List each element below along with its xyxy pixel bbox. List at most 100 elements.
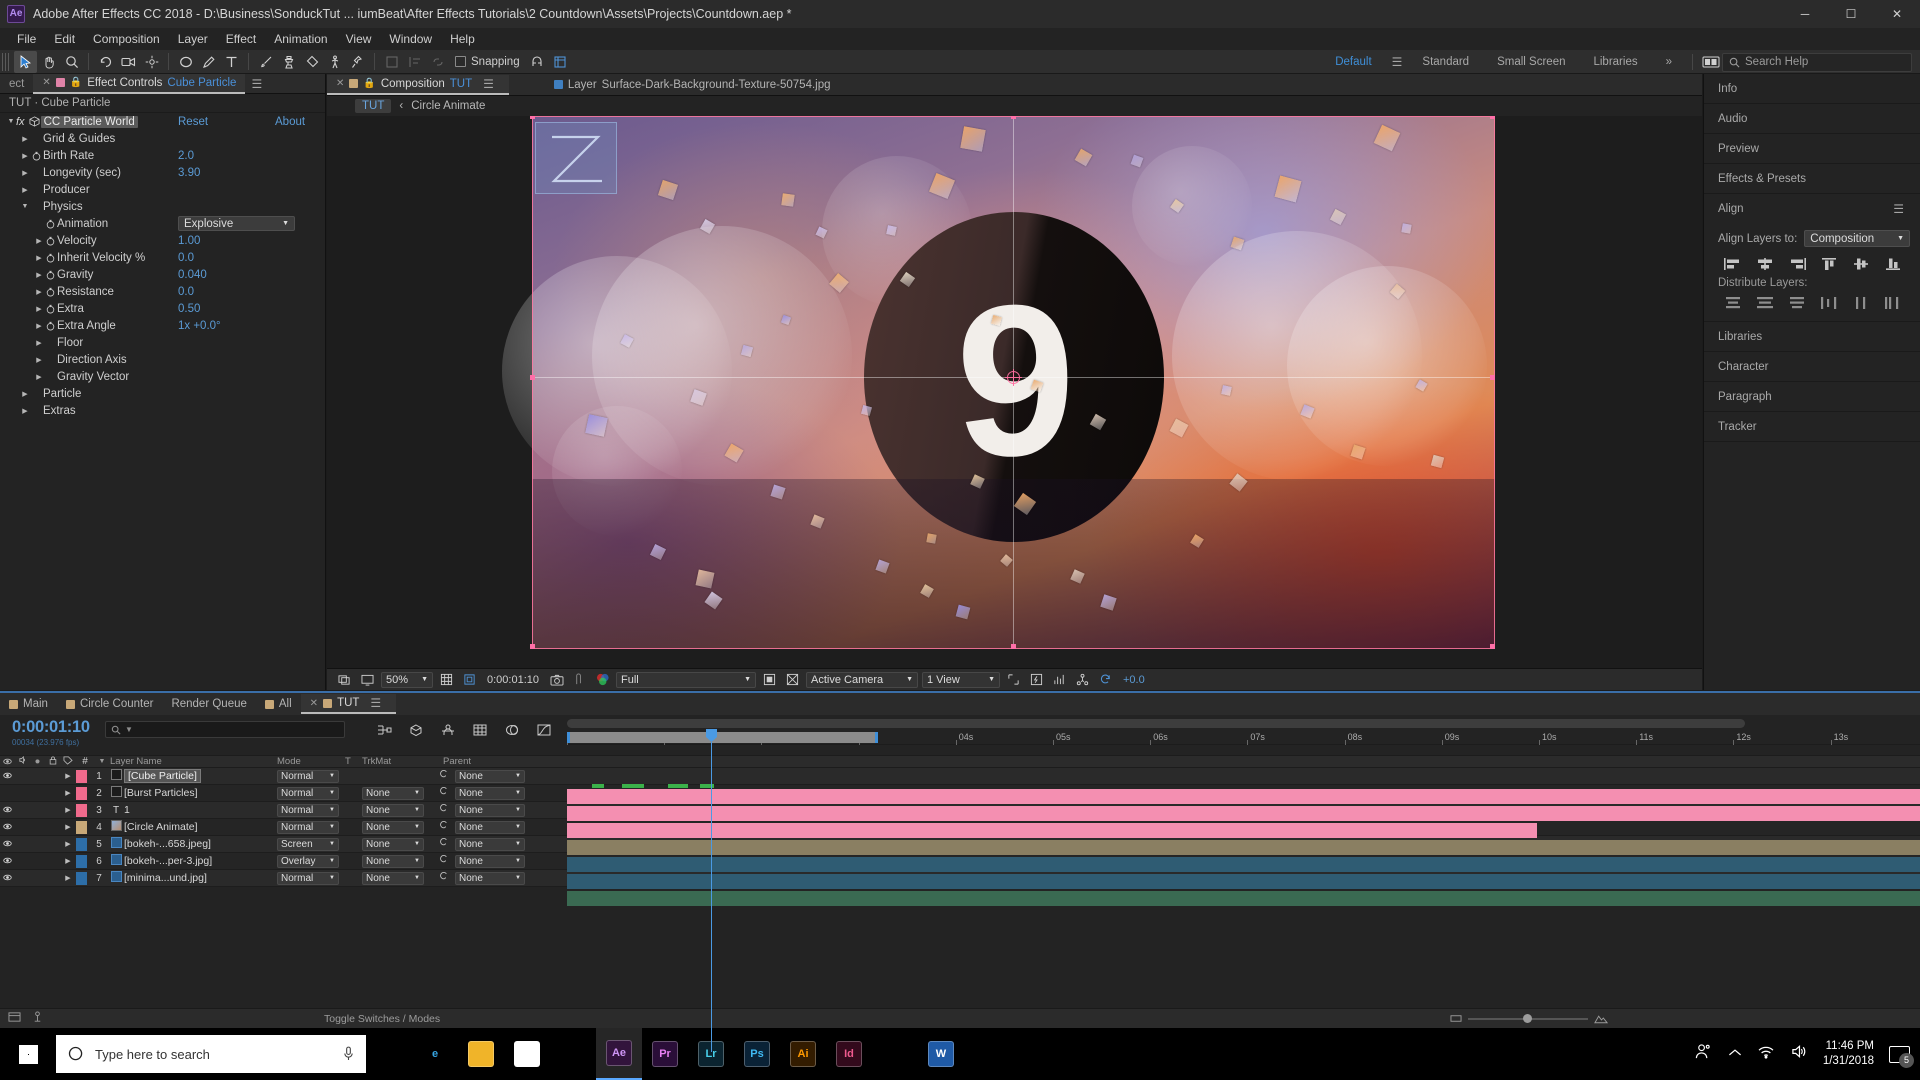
3d-renderer-icon[interactable]: [1073, 670, 1092, 689]
parent-pickwhip-icon[interactable]: [440, 804, 450, 817]
distribute-right-button[interactable]: [1878, 293, 1908, 313]
snapshot-camera-icon[interactable]: [547, 670, 566, 689]
effect-prop-row[interactable]: ▶Resistance0.0: [0, 283, 325, 300]
stopwatch-icon[interactable]: [44, 285, 57, 298]
panel-paragraph[interactable]: Paragraph: [1704, 382, 1920, 412]
toggle-switches-modes-button[interactable]: Toggle Switches / Modes: [324, 1013, 440, 1025]
menu-animation[interactable]: Animation: [265, 30, 336, 48]
timeline-tab-circle-counter[interactable]: Circle Counter: [57, 694, 163, 714]
timeline-tab-main[interactable]: Main: [0, 694, 57, 714]
current-timecode[interactable]: 0:00:01:10: [12, 718, 105, 737]
effect-prop-row[interactable]: ▶Particle: [0, 385, 325, 402]
align-center-horizontal-button[interactable]: [1750, 254, 1780, 274]
taskbar-clock[interactable]: 11:46 PM 1/31/2018: [1823, 1039, 1874, 1069]
twirl-icon[interactable]: ▶: [34, 322, 44, 330]
column-header-mode[interactable]: Mode: [277, 756, 339, 767]
taskbar-app-photoshop[interactable]: Ps: [734, 1028, 780, 1080]
align-top-button[interactable]: [1814, 254, 1844, 274]
distribute-vertical-center-button[interactable]: [1750, 293, 1780, 313]
timeline-horizontal-scrollbar[interactable]: [567, 719, 1745, 728]
layer-trkmat-dropdown[interactable]: None▼: [362, 787, 424, 800]
layer-expand-twirl[interactable]: ▶: [60, 857, 76, 865]
taskbar-app-mail[interactable]: [504, 1028, 550, 1080]
panel-preview[interactable]: Preview: [1704, 134, 1920, 164]
effect-prop-row[interactable]: ▼Physics: [0, 198, 325, 215]
composition-mini-flowchart-icon[interactable]: [375, 721, 393, 739]
resize-handle[interactable]: [530, 644, 535, 649]
stopwatch-icon[interactable]: [44, 234, 57, 247]
effect-prop-row[interactable]: AnimationExplosive▼: [0, 215, 325, 232]
panel-audio[interactable]: Audio: [1704, 104, 1920, 134]
panel-effects-presets[interactable]: Effects & Presets: [1704, 164, 1920, 194]
start-button[interactable]: [0, 1028, 56, 1080]
layer-parent-dropdown[interactable]: None▼: [455, 787, 525, 800]
workspace-standard[interactable]: Standard: [1408, 56, 1483, 68]
layer-expand-twirl[interactable]: ▶: [60, 840, 76, 848]
layer-parent-dropdown[interactable]: None▼: [455, 855, 525, 868]
effect-twirl-icon[interactable]: ▼: [6, 118, 16, 125]
resize-handle[interactable]: [530, 116, 535, 119]
effect-prop-value[interactable]: 1x +0.0°: [178, 320, 221, 332]
rotation-tool-icon[interactable]: [94, 51, 117, 73]
taskbar-search-box[interactable]: Type here to search: [56, 1035, 366, 1073]
exposure-reset-icon[interactable]: [1096, 670, 1115, 689]
layer-label-color[interactable]: [76, 838, 87, 851]
workspace-menu-icon[interactable]: ☰: [1386, 55, 1409, 69]
composition-panel-menu-icon[interactable]: ☰: [477, 77, 500, 91]
comp-flowchart-icon[interactable]: [31, 1010, 44, 1028]
layer-trkmat-dropdown[interactable]: None▼: [362, 821, 424, 834]
layer-duration-bar[interactable]: [567, 891, 1920, 906]
layer-duration-bar[interactable]: [567, 806, 1920, 821]
timeline-search-input[interactable]: ▼: [105, 721, 345, 738]
layer-name[interactable]: [Cube Particle]: [124, 769, 201, 783]
draft-3d-icon[interactable]: [407, 721, 425, 739]
layer-mode-dropdown[interactable]: Screen▼: [277, 838, 339, 851]
selection-tool-icon[interactable]: [14, 51, 37, 73]
effect-prop-row[interactable]: ▶Inherit Velocity %0.0: [0, 249, 325, 266]
zoom-thumb[interactable]: [1523, 1014, 1532, 1023]
layer-name[interactable]: [Circle Animate]: [124, 821, 198, 833]
parent-pickwhip-icon[interactable]: [440, 821, 450, 834]
puppet-pin-tool-icon[interactable]: [346, 51, 369, 73]
layer-label-color[interactable]: [76, 787, 87, 800]
twirl-icon[interactable]: ▶: [20, 169, 30, 177]
resize-handle[interactable]: [1011, 644, 1016, 649]
menu-help[interactable]: Help: [441, 30, 484, 48]
twirl-icon[interactable]: ▶: [34, 237, 44, 245]
taskbar-app-indesign[interactable]: Id: [826, 1028, 872, 1080]
twirl-icon[interactable]: ▶: [20, 390, 30, 398]
frame-blending-icon[interactable]: [471, 721, 489, 739]
layer-parent-dropdown[interactable]: None▼: [455, 838, 525, 851]
source-name-toggle-icon[interactable]: ▼: [94, 758, 110, 765]
twirl-icon[interactable]: ▶: [34, 271, 44, 279]
align-left-button[interactable]: [1718, 254, 1748, 274]
fx-icon[interactable]: fx: [16, 116, 25, 128]
effect-prop-row[interactable]: ▶Grid & Guides: [0, 130, 325, 147]
distribute-bottom-button[interactable]: [1782, 293, 1812, 313]
effect-prop-value[interactable]: 0.50: [178, 303, 200, 315]
layer-visibility-toggle[interactable]: [0, 873, 15, 883]
twirl-icon[interactable]: ▶: [34, 356, 44, 364]
effect-prop-value[interactable]: 3.90: [178, 167, 200, 179]
tab-effect-controls[interactable]: ✕ 🔒 Effect Controls Cube Particle: [33, 74, 245, 94]
timeline-panel-menu-icon[interactable]: ☰: [364, 696, 387, 710]
stopwatch-icon[interactable]: [44, 302, 57, 315]
align-right-button[interactable]: [1782, 254, 1812, 274]
menu-effect[interactable]: Effect: [217, 30, 265, 48]
hide-shy-layers-icon[interactable]: [439, 721, 457, 739]
taskbar-app-after-effects[interactable]: Ae: [596, 1028, 642, 1080]
layer-duration-bar[interactable]: [567, 874, 1920, 889]
stopwatch-icon[interactable]: [44, 217, 57, 230]
search-help-box[interactable]: Search Help: [1722, 53, 1912, 72]
menu-window[interactable]: Window: [380, 30, 441, 48]
resize-handle[interactable]: [1490, 116, 1495, 119]
resize-handle[interactable]: [1490, 375, 1495, 380]
menu-view[interactable]: View: [337, 30, 381, 48]
stopwatch-icon[interactable]: [30, 149, 43, 162]
panel-tracker[interactable]: Tracker: [1704, 412, 1920, 442]
effect-panel-menu-icon[interactable]: ☰: [245, 77, 268, 91]
twirl-icon[interactable]: ▼: [20, 203, 30, 210]
effect-prop-value[interactable]: 0.0: [178, 286, 194, 298]
volume-icon[interactable]: [1790, 1044, 1808, 1064]
distribute-horizontal-center-button[interactable]: [1846, 293, 1876, 313]
